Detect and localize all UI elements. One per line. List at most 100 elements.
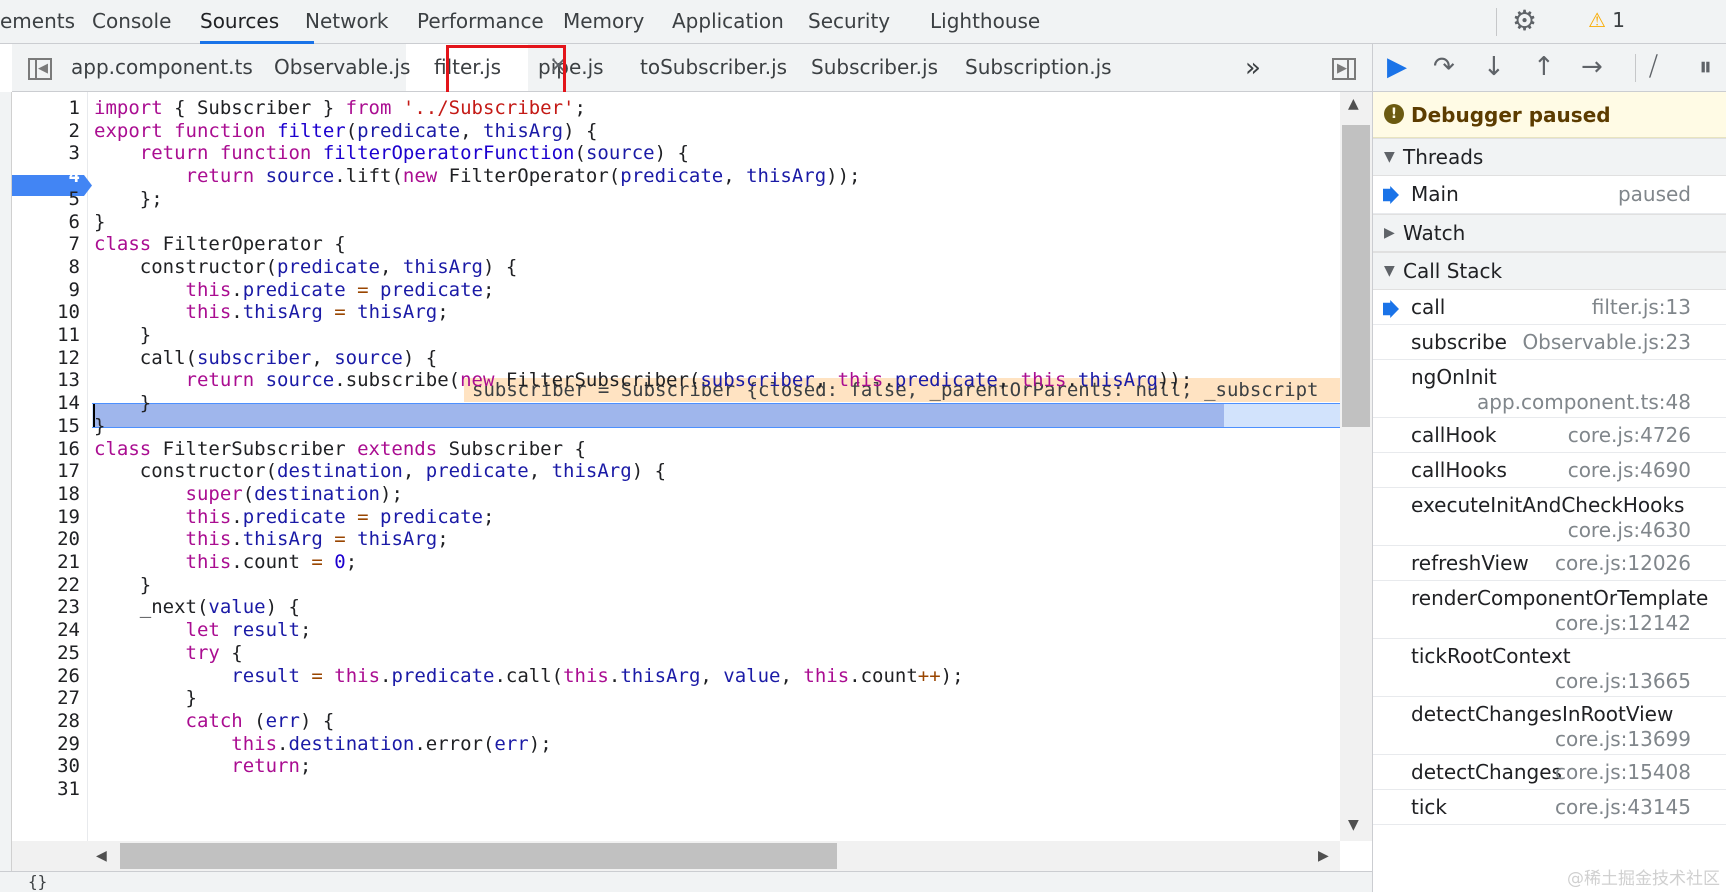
file-tab-tosubscriber[interactable]: toSubscriber.js [640, 44, 787, 91]
frame-function: refreshView [1411, 551, 1529, 575]
frame-location[interactable]: core.js:4630 [1568, 518, 1691, 542]
threads-section-header[interactable]: ▼ Threads [1373, 138, 1726, 176]
tab-application[interactable]: Application [672, 0, 784, 44]
scroll-up-arrow-icon[interactable]: ▲ [1348, 96, 1359, 112]
frame-location[interactable]: core.js:4726 [1568, 423, 1691, 447]
tab-elements[interactable]: ements [0, 0, 75, 44]
callstack-section-header[interactable]: ▼ Call Stack [1373, 252, 1726, 290]
call-stack-frame[interactable]: refreshView core.js:12026 [1373, 546, 1726, 581]
line-number[interactable]: 21 [12, 550, 80, 575]
tab-network[interactable]: Network [305, 0, 389, 44]
line-number[interactable]: 20 [12, 527, 80, 552]
line-number[interactable]: 30 [12, 754, 80, 779]
call-stack-frame[interactable]: renderComponentOrTemplate core.js:12142 [1373, 581, 1726, 639]
frame-location[interactable]: core.js:13665 [1555, 669, 1691, 693]
toggle-debugger-icon[interactable]: ▶ [1332, 58, 1356, 80]
file-tab-subscription[interactable]: Subscription.js [965, 44, 1112, 91]
call-stack-frame[interactable]: tickRootContext core.js:13665 [1373, 639, 1726, 697]
line-number[interactable]: 11 [12, 323, 80, 348]
line-number[interactable]: 17 [12, 459, 80, 484]
more-tabs-chevron-icon[interactable]: » [1245, 46, 1261, 90]
line-number[interactable]: 18 [12, 482, 80, 507]
horizontal-scroll-thumb[interactable] [120, 843, 837, 869]
frame-location[interactable]: core.js:13699 [1555, 727, 1691, 751]
code-editor[interactable]: subscriber = Subscriber {closed: false, … [12, 92, 1340, 841]
expand-triangle-icon: ▼ [1384, 263, 1395, 279]
call-stack-frame[interactable]: ngOnInit app.component.ts:48 [1373, 360, 1726, 418]
call-stack-frame[interactable]: detectChangesInRootView core.js:13699 [1373, 697, 1726, 755]
frame-location[interactable]: filter.js:13 [1592, 295, 1691, 319]
line-number[interactable]: 22 [12, 573, 80, 598]
toggle-navigator-icon[interactable]: ◀ [28, 58, 52, 80]
current-thread-arrow-icon [1383, 186, 1399, 204]
line-number[interactable]: 1 [12, 96, 80, 121]
scroll-left-arrow-icon[interactable]: ◀ [96, 848, 107, 864]
file-tab-subscriber[interactable]: Subscriber.js [811, 44, 938, 91]
file-tab-app-component[interactable]: app.component.ts [71, 44, 253, 91]
thread-row[interactable]: Main paused [1373, 176, 1726, 214]
line-number[interactable]: 13 [12, 368, 80, 393]
call-stack-frame[interactable]: tick core.js:43145 [1373, 790, 1726, 825]
call-stack-frame[interactable]: callHook core.js:4726 [1373, 418, 1726, 453]
line-number[interactable]: 28 [12, 709, 80, 734]
line-number[interactable]: 2 [12, 119, 80, 144]
call-stack-frame[interactable]: subscribe Observable.js:23 [1373, 325, 1726, 360]
line-number[interactable]: 10 [12, 300, 80, 325]
line-number[interactable]: 16 [12, 437, 80, 462]
tab-security[interactable]: Security [808, 0, 890, 44]
line-number[interactable]: 23 [12, 595, 80, 620]
step-over-icon[interactable]: ↷ [1433, 50, 1455, 84]
line-number[interactable]: 7 [12, 232, 80, 257]
line-number[interactable]: 12 [12, 346, 80, 371]
pretty-print-braces[interactable]: {} [28, 872, 47, 891]
tab-sources[interactable]: Sources [200, 0, 279, 44]
line-number[interactable]: 27 [12, 686, 80, 711]
line-number[interactable]: 25 [12, 641, 80, 666]
line-number[interactable]: 8 [12, 255, 80, 280]
frame-location[interactable]: core.js:43145 [1555, 795, 1691, 819]
pause-on-exceptions-icon[interactable]: ⏸ [1699, 50, 1712, 84]
line-number[interactable]: 6 [12, 210, 80, 235]
step-into-icon[interactable]: ↓ [1483, 50, 1505, 84]
file-tab-observable[interactable]: Observable.js [274, 44, 410, 91]
line-number[interactable]: 14 [12, 391, 80, 416]
line-number[interactable]: 4 [12, 164, 80, 189]
call-stack-frame[interactable]: detectChanges core.js:15408 [1373, 755, 1726, 790]
tab-lighthouse[interactable]: Lighthouse [930, 0, 1040, 44]
line-number[interactable]: 26 [12, 664, 80, 689]
frame-location[interactable]: app.component.ts:48 [1477, 390, 1691, 414]
step-out-icon[interactable]: ↑ [1533, 50, 1555, 84]
line-number[interactable]: 24 [12, 618, 80, 643]
call-stack-frame[interactable]: executeInitAndCheckHooks core.js:4630 [1373, 488, 1726, 546]
line-number[interactable]: 3 [12, 141, 80, 166]
vertical-scroll-thumb[interactable] [1342, 125, 1370, 427]
tab-performance[interactable]: Performance [417, 0, 544, 44]
resume-icon[interactable]: ▶ [1387, 50, 1407, 84]
code-line: catch (err) { [185, 709, 335, 732]
tab-memory[interactable]: Memory [563, 0, 644, 44]
line-number[interactable]: 5 [12, 187, 80, 212]
frame-location[interactable]: Observable.js:23 [1522, 330, 1691, 354]
expand-triangle-icon: ▼ [1384, 149, 1395, 165]
scroll-right-arrow-icon[interactable]: ▶ [1318, 848, 1329, 864]
frame-location[interactable]: core.js:12026 [1555, 551, 1691, 575]
warnings-counter[interactable]: ⚠ 1 [1588, 8, 1625, 32]
debugger-paused-banner: ! Debugger paused [1373, 92, 1726, 138]
deactivate-breakpoints-icon[interactable]: ⧸ [1649, 50, 1658, 84]
frame-location[interactable]: core.js:15408 [1555, 760, 1691, 784]
call-stack-frame[interactable]: callHooks core.js:4690 [1373, 453, 1726, 488]
frame-location[interactable]: core.js:4690 [1568, 458, 1691, 482]
line-number[interactable]: 15 [12, 414, 80, 439]
step-icon[interactable]: → [1581, 50, 1603, 84]
watch-section-header[interactable]: ▶ Watch [1373, 214, 1726, 252]
call-stack-frame[interactable]: call filter.js:13 [1373, 290, 1726, 325]
line-number[interactable]: 29 [12, 732, 80, 757]
scroll-down-arrow-icon[interactable]: ▼ [1348, 817, 1359, 833]
line-number[interactable]: 9 [12, 278, 80, 303]
settings-gear-icon[interactable]: ⚙ [1512, 7, 1537, 35]
frame-location[interactable]: core.js:12142 [1555, 611, 1691, 635]
line-number[interactable]: 31 [12, 777, 80, 802]
tab-console[interactable]: Console [92, 0, 171, 44]
debugger-sidebar: ▶ ↷ ↓ ↑ → ⧸ ⏸ ! Debugger paused ▼ Threads… [1372, 44, 1726, 892]
line-number[interactable]: 19 [12, 505, 80, 530]
